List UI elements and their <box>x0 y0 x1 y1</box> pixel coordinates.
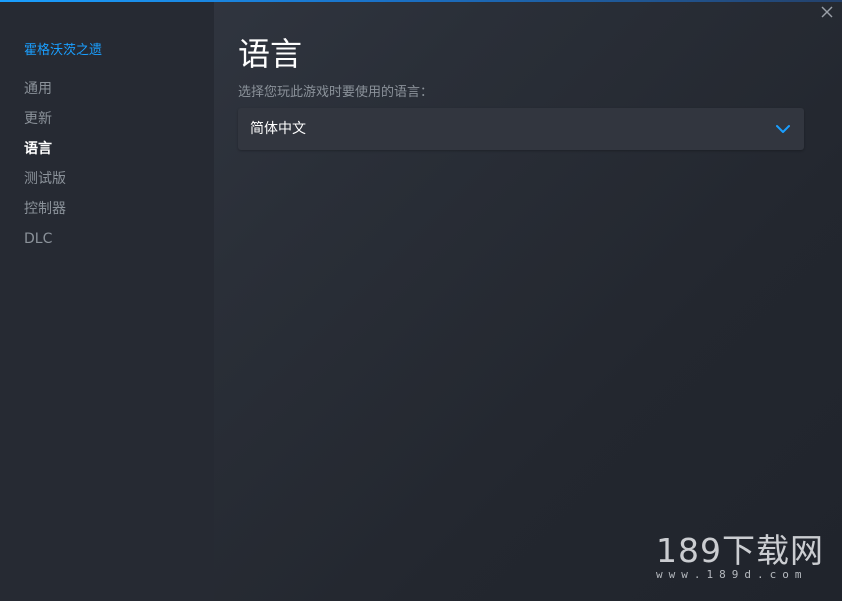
sidebar-item-dlc[interactable]: DLC <box>24 228 66 258</box>
sidebar-item-controller[interactable]: 控制器 <box>24 198 66 228</box>
close-icon <box>821 6 833 18</box>
sidebar-item-general[interactable]: 通用 <box>24 78 66 108</box>
sidebar-item-updates[interactable]: 更新 <box>24 108 66 138</box>
watermark-url: www.189d.com <box>656 568 808 581</box>
watermark-text: 189下载网 <box>656 531 824 570</box>
page-title: 语言 <box>238 35 303 73</box>
close-button[interactable] <box>818 3 836 21</box>
chevron-down-icon <box>776 125 790 133</box>
language-dropdown[interactable]: 简体中文 <box>238 108 804 150</box>
watermark: 189下载网 www.189d.com <box>656 532 832 582</box>
sidebar-item-betas[interactable]: 测试版 <box>24 168 66 198</box>
sidebar-item-language[interactable]: 语言 <box>24 138 66 168</box>
language-prompt: 选择您玩此游戏时要使用的语言： <box>238 85 434 100</box>
properties-window: 霍格沃茨之遗 通用 更新 语言 测试版 控制器 DLC 语言 选择您玩此游戏时要… <box>0 0 842 601</box>
sidebar-nav: 通用 更新 语言 测试版 控制器 DLC <box>24 78 66 258</box>
language-selected-value: 简体中文 <box>250 121 306 137</box>
main-panel: 语言 选择您玩此游戏时要使用的语言： 简体中文 <box>238 32 804 150</box>
sidebar: 霍格沃茨之遗 通用 更新 语言 测试版 控制器 DLC <box>0 2 214 601</box>
game-title: 霍格沃茨之遗 <box>24 43 103 58</box>
